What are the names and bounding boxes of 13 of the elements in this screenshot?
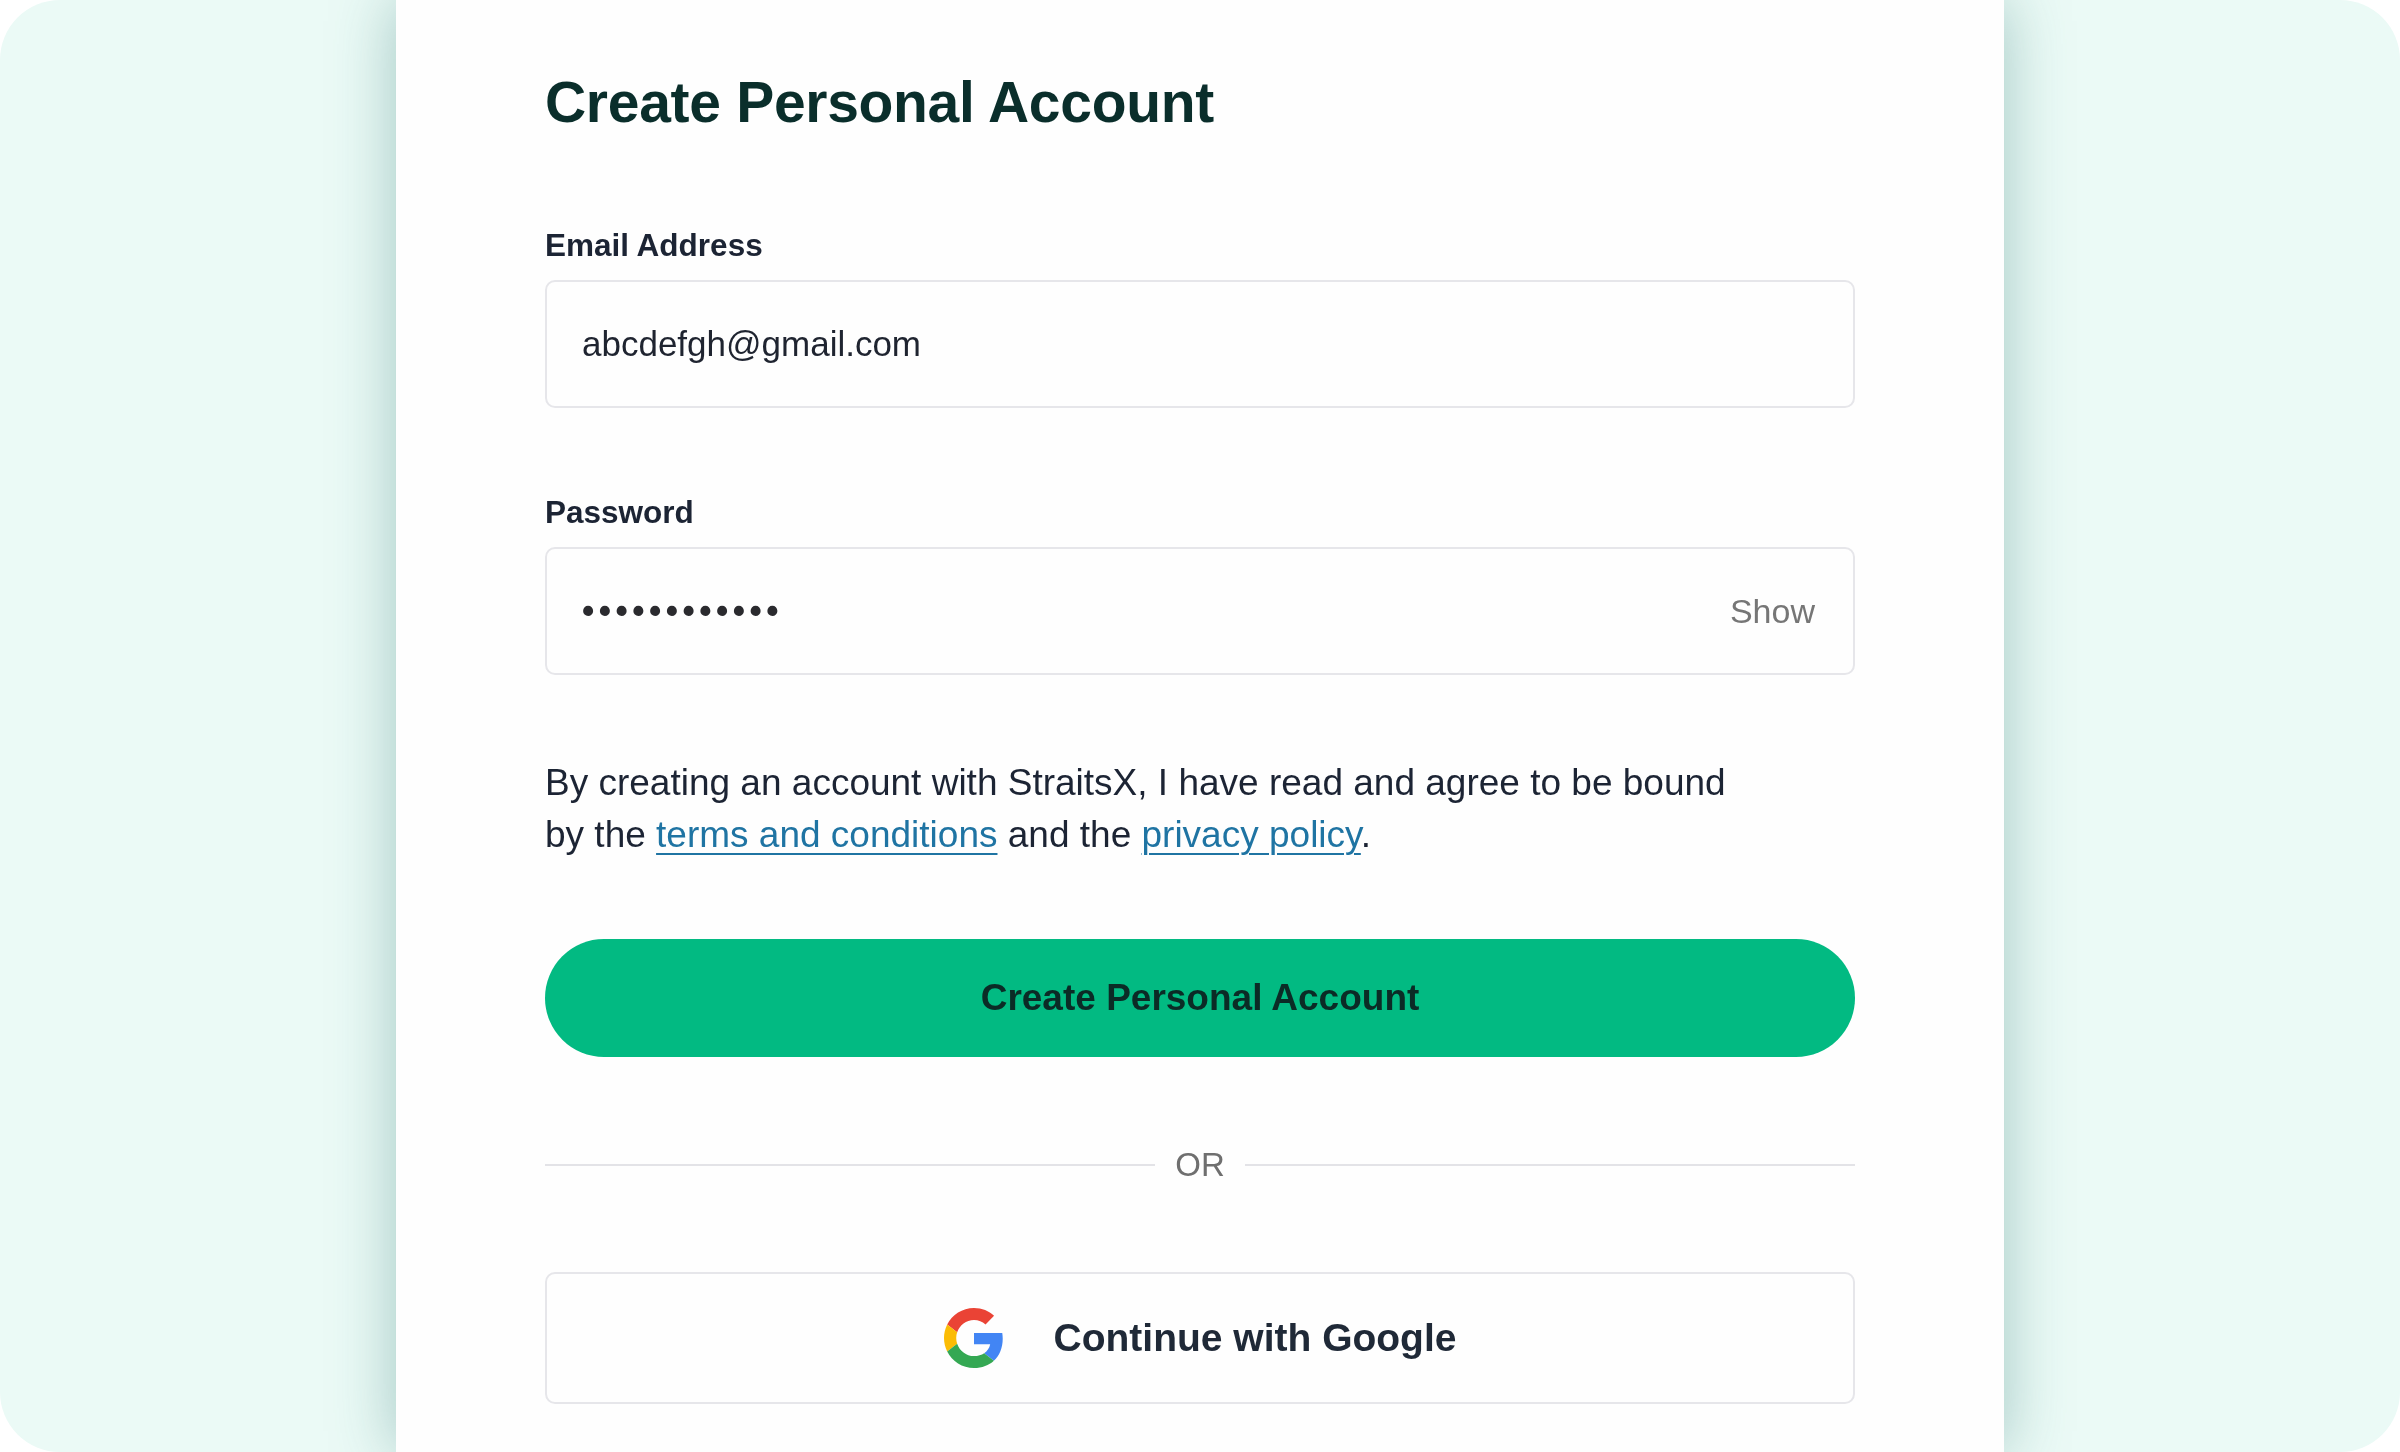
email-field[interactable]: abcdefgh@gmail.com — [545, 280, 1855, 408]
inline-link[interactable]: terms and conditions — [656, 814, 998, 855]
field-label: Password — [545, 493, 694, 532]
google-g-icon — [943, 1308, 1004, 1368]
password-field[interactable]: •••••••••••• Show — [545, 547, 1855, 675]
inline-link[interactable]: privacy policy — [1141, 814, 1361, 855]
divider-label: OR — [1175, 1145, 1225, 1185]
field-label: Email Address — [545, 226, 763, 265]
show-password-button[interactable]: Show — [1729, 591, 1815, 631]
page-title: Create Personal Account — [545, 70, 1214, 134]
terms-text: By creating an account with StraitsX, I have read and agree to be bound by the terms and conditions and the privacy policy. — [545, 761, 1727, 857]
google-signin-button[interactable]: Continue with Google — [545, 1272, 1855, 1404]
create-account-button[interactable]: Create Personal Account — [545, 939, 1855, 1057]
